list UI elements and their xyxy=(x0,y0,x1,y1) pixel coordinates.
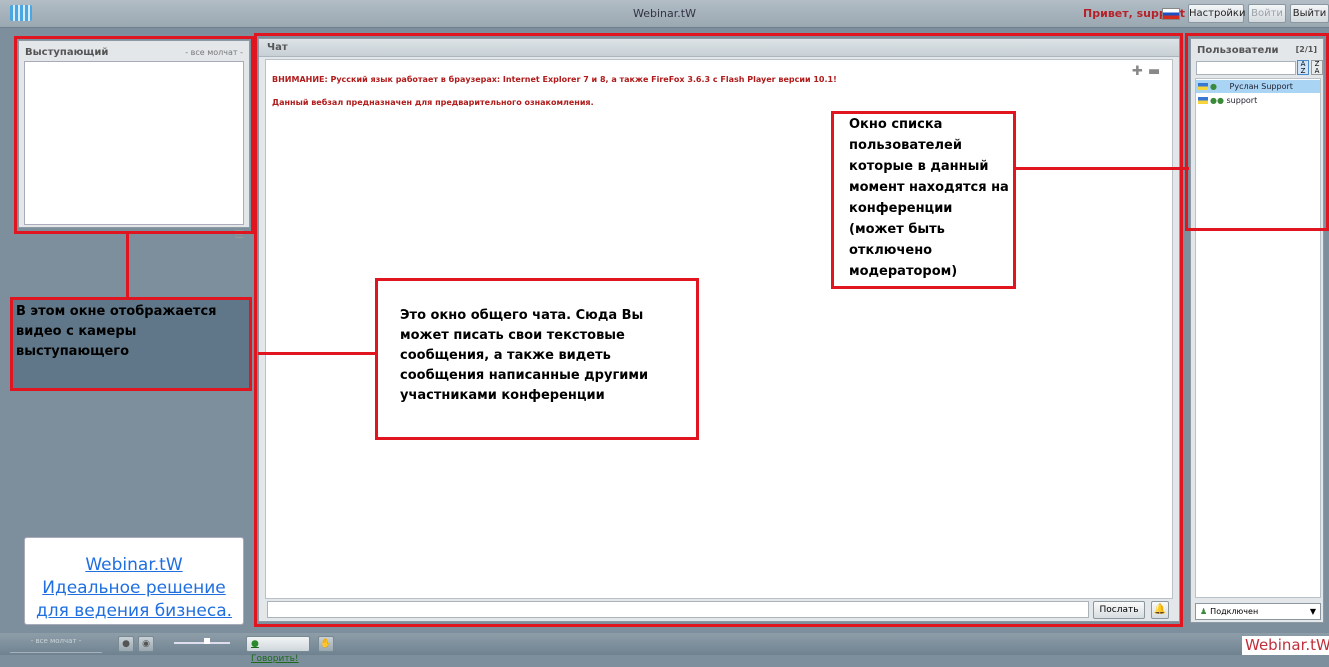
connection-status-select[interactable]: ♟ Подключен ▼ xyxy=(1195,603,1321,620)
status-value: Подключен xyxy=(1210,607,1259,616)
speak-label: Говорить! xyxy=(251,654,299,664)
promo-box: Webinar.tW Идеальное решение для ведения… xyxy=(24,537,244,625)
user-icon: ♟ xyxy=(1200,607,1208,616)
brand-logo: Webinar.tW xyxy=(1242,636,1329,655)
chevron-down-icon[interactable]: ▼ xyxy=(1310,604,1316,619)
speak-icon: ● xyxy=(251,639,259,649)
annotation-frame-speaker xyxy=(14,36,254,234)
annotation-speaker-text: В этом окне отображается видео с камеры … xyxy=(16,304,217,359)
flag-ru-icon[interactable] xyxy=(1162,8,1180,20)
camera-icon[interactable]: ◉ xyxy=(138,636,154,652)
annotation-users-text: Окно списка пользователей которые в данн… xyxy=(849,117,1009,279)
annotation-chat-text: Это окно общего чата. Сюда Вы может писа… xyxy=(400,308,649,403)
mic-icon[interactable]: ● xyxy=(118,636,134,652)
annotation-connector xyxy=(258,352,378,355)
login-button[interactable]: Войти xyxy=(1248,4,1286,23)
logout-button[interactable]: Выйти xyxy=(1290,4,1329,23)
volume-slider[interactable] xyxy=(168,638,232,650)
bottom-status: - все молчат - xyxy=(10,637,102,653)
settings-button[interactable]: Настройки xyxy=(1188,4,1245,23)
promo-link-title[interactable]: Webinar.tW xyxy=(25,554,243,577)
annotation-frame-users xyxy=(1185,33,1329,231)
annotation-connector xyxy=(1014,167,1189,170)
speak-button[interactable]: ● Говорить! xyxy=(246,636,310,664)
promo-link-line3[interactable]: для ведения бизнеса. xyxy=(25,600,243,623)
annotation-connector xyxy=(126,234,129,298)
hand-icon[interactable]: ✋ xyxy=(318,636,334,652)
promo-link-line2[interactable]: Идеальное решение xyxy=(25,577,243,600)
